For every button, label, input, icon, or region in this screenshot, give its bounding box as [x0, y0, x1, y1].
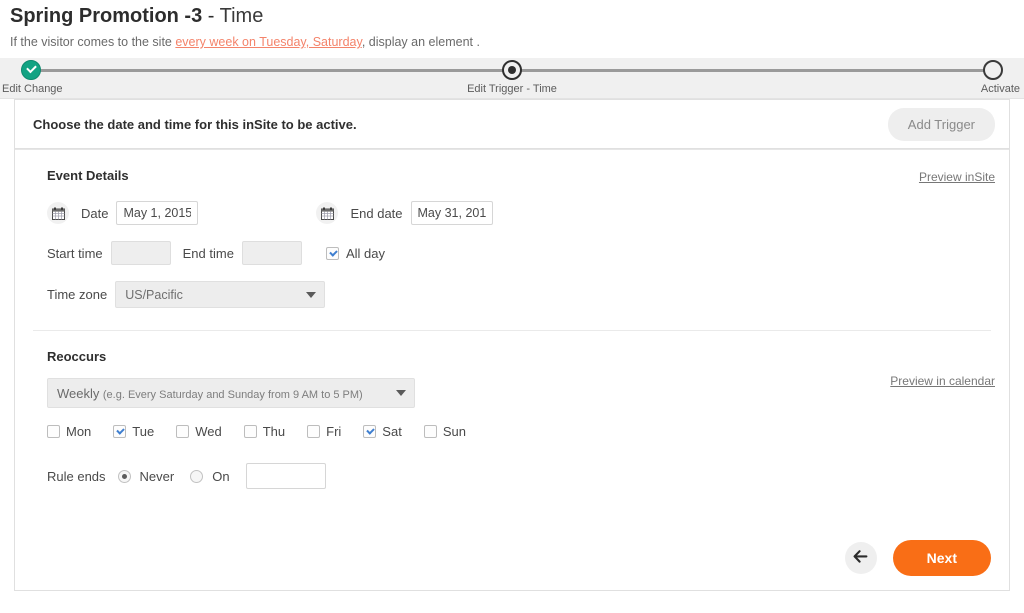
timezone-select[interactable]: US/Pacific [115, 281, 326, 308]
check-icon [21, 60, 41, 80]
empty-circle-icon [983, 60, 1003, 80]
weekday-checkbox[interactable] [176, 425, 190, 438]
all-day-toggle[interactable]: All day [325, 245, 385, 261]
frequency-hint: (e.g. Every Saturday and Sunday from 9 A… [102, 388, 363, 401]
date-input[interactable] [116, 201, 199, 225]
next-button[interactable]: Next [892, 540, 991, 576]
stepper-step-activate[interactable]: Activate [962, 58, 1024, 95]
timezone-row: Time zone US/Pacific [33, 281, 991, 308]
timezone-value: US/Pacific [125, 287, 183, 302]
on-label: On [212, 468, 230, 484]
back-button[interactable] [844, 542, 877, 574]
rule-ends-option-never[interactable]: Never [117, 468, 175, 484]
frequency-main: Weekly [57, 385, 100, 401]
all-day-label: All day [345, 245, 385, 261]
weekday-option-thu[interactable]: Thu [243, 424, 286, 439]
weekday-label: Sun [442, 424, 466, 439]
rule-ends-label: Rule ends [47, 468, 106, 484]
start-time-label: Start time [47, 245, 103, 261]
chevron-down-icon [396, 390, 406, 396]
event-form: Preview inSite Event Details Date May 1,… [15, 149, 1009, 590]
current-step-icon [502, 60, 522, 80]
trigger-bar-panel: Choose the date and time for this inSite… [14, 99, 1010, 149]
stepper-step-edit-change[interactable]: Edit Change [0, 58, 63, 95]
subtitle-text-after: , display an element . [361, 35, 480, 49]
event-form-panel: Preview inSite Event Details Date May 1,… [14, 149, 1010, 591]
weekday-label: Mon [66, 424, 92, 439]
end-time-input[interactable] [241, 241, 302, 265]
chevron-down-icon [306, 291, 317, 298]
weekday-option-sat[interactable]: Sat [363, 424, 402, 439]
weekday-label: Fri [326, 424, 342, 439]
weekday-option-mon[interactable]: Mon [47, 424, 91, 439]
weekday-label: Tue [132, 424, 155, 439]
end-date-input[interactable] [410, 201, 493, 225]
never-radio[interactable] [117, 469, 131, 483]
trigger-instruction: Choose the date and time for this inSite… [33, 116, 357, 132]
weekday-checkbox[interactable] [47, 425, 60, 438]
preview-insite-link[interactable]: Preview inSite [919, 170, 995, 184]
end-time-label: End time [182, 245, 234, 261]
calendar-icon[interactable] [316, 202, 339, 224]
form-footer: Next [844, 540, 991, 576]
preview-calendar-link[interactable]: Preview in calendar [890, 374, 995, 388]
stepper-step-label: Edit Trigger - Time [467, 83, 557, 95]
subtitle-text-before: If the visitor comes to the site [10, 35, 176, 49]
weekday-checkbox[interactable] [113, 425, 127, 438]
weekday-checkbox[interactable] [307, 425, 321, 438]
stepper-step-edit-trigger[interactable]: Edit Trigger - Time [412, 58, 612, 95]
add-trigger-button[interactable]: Add Trigger [887, 107, 995, 141]
calendar-icon[interactable] [47, 202, 69, 224]
date-label: Date [81, 205, 109, 221]
stepper-step-label: Activate [980, 83, 1020, 95]
progress-stepper: Edit Change Edit Trigger - Time Activate [0, 58, 1024, 99]
event-details-heading: Event Details [47, 168, 129, 183]
page-title: Spring Promotion -3 - Time [10, 4, 1024, 28]
all-day-checkbox[interactable] [325, 246, 339, 260]
page-header: Spring Promotion -3 - Time If the visito… [0, 0, 1024, 50]
trigger-condition-link[interactable]: every week on Tuesday, Saturday [175, 35, 361, 49]
never-label: Never [139, 468, 175, 484]
weekday-checkbox[interactable] [423, 425, 437, 438]
timezone-label: Time zone [47, 287, 108, 302]
weekday-label: Thu [262, 424, 286, 439]
weekday-option-fri[interactable]: Fri [307, 424, 341, 439]
time-row: Start time End time All day [33, 241, 991, 265]
frequency-select[interactable]: Weekly (e.g. Every Saturday and Sunday f… [47, 378, 415, 408]
date-row: Date End date [33, 201, 991, 225]
weekday-option-tue[interactable]: Tue [113, 424, 154, 439]
weekday-checkbox[interactable] [243, 425, 257, 438]
on-radio[interactable] [190, 469, 204, 483]
rule-ends-row: Rule ends Never On [33, 463, 991, 489]
page-title-separator: - [202, 5, 220, 27]
stepper-step-label: Edit Change [2, 83, 63, 95]
trigger-bar: Choose the date and time for this inSite… [15, 99, 1009, 148]
rule-end-date-input[interactable] [245, 463, 326, 489]
weekday-option-sun[interactable]: Sun [423, 424, 466, 439]
weekday-checkbox-group: Mon Tue Wed Thu Fri Sat Sun [33, 424, 991, 439]
reoccurs-heading: Reoccurs [47, 349, 107, 364]
page-title-strong: Spring Promotion -3 [10, 5, 203, 27]
weekday-label: Sat [382, 424, 402, 439]
arrow-left-icon [853, 550, 868, 566]
page-subtitle: If the visitor comes to the site every w… [10, 34, 1024, 50]
rule-ends-option-on[interactable]: On [190, 468, 230, 484]
page-title-light: Time [219, 5, 264, 27]
weekday-label: Wed [195, 424, 222, 439]
start-time-input[interactable] [110, 241, 171, 265]
weekday-option-wed[interactable]: Wed [176, 424, 222, 439]
weekday-checkbox[interactable] [363, 425, 377, 438]
end-date-label: End date [350, 205, 403, 221]
frequency-value: Weekly (e.g. Every Saturday and Sunday f… [57, 386, 363, 401]
